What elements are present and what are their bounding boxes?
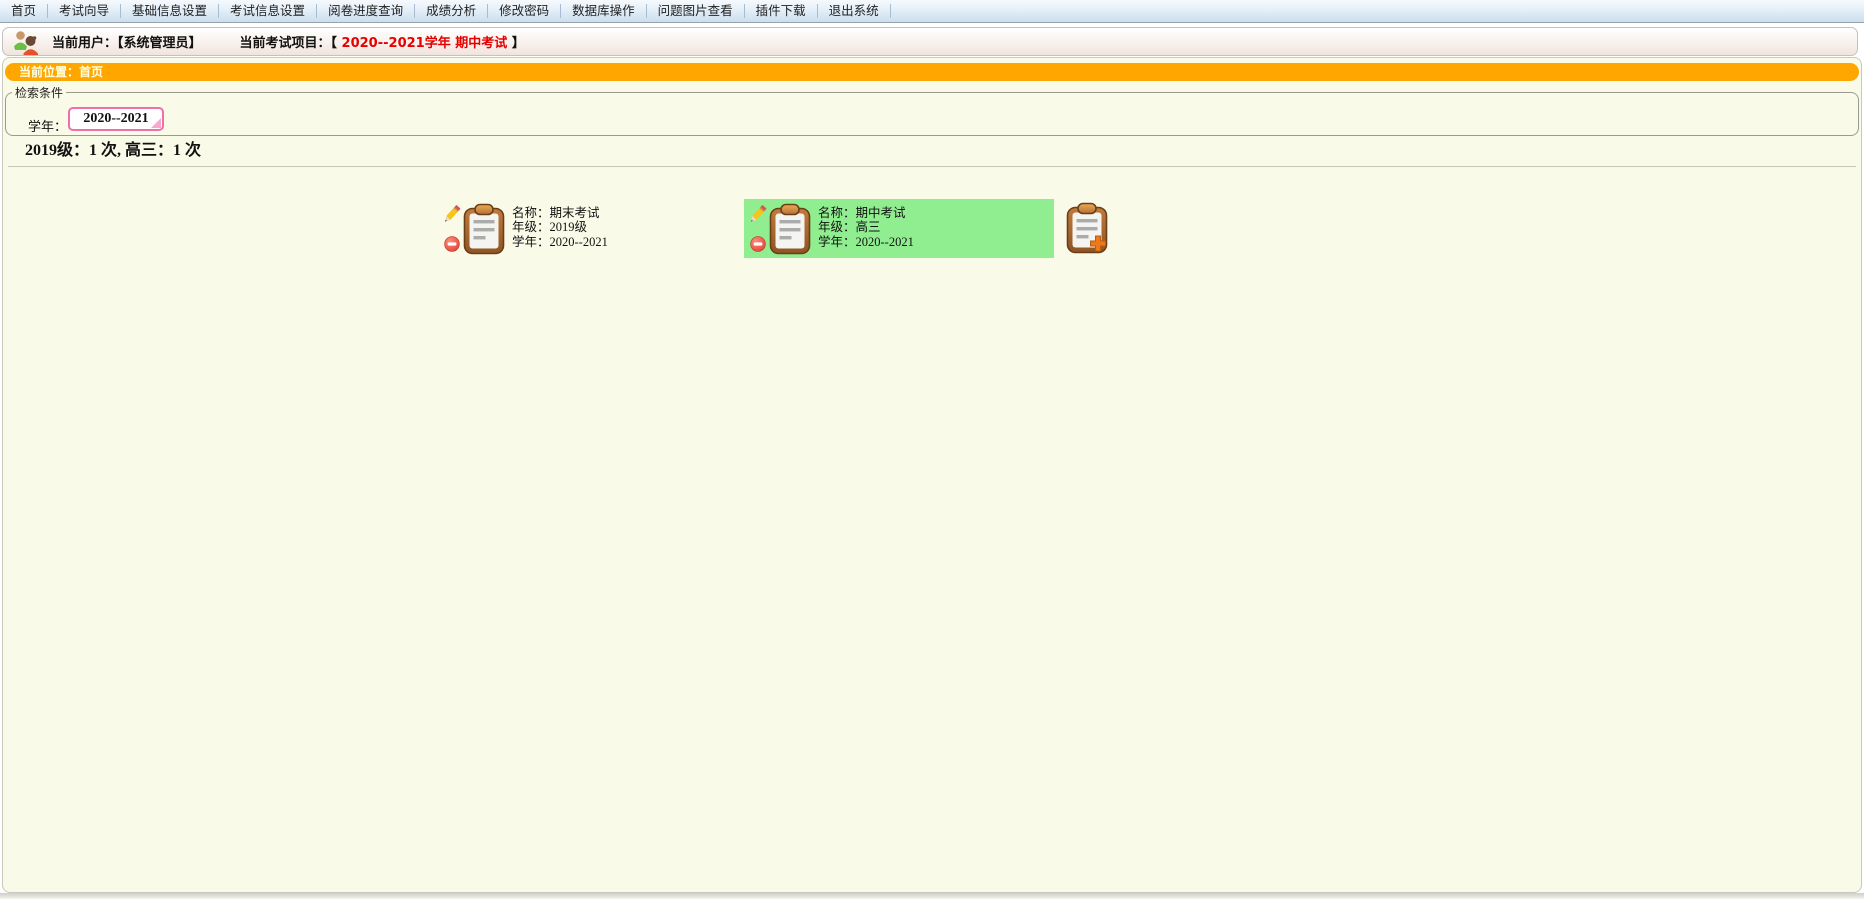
menu-item-11[interactable]: 退出系统 — [818, 4, 891, 18]
exam-cards-row: 名称：期末考试 年级：2019级 学年：2020--2021 — [438, 199, 1108, 258]
edit-pencil-icon[interactable] — [744, 201, 771, 228]
menu-item-4[interactable]: 考试信息设置 — [219, 4, 317, 18]
main-panel: 当前位置：首页 检索条件 学年： 2020--2021 2019级：1 次, 高… — [2, 57, 1862, 893]
year-label: 学年： — [28, 116, 67, 135]
breadcrumb: 当前位置：首页 — [5, 63, 1859, 81]
menu-item-7[interactable]: 修改密码 — [488, 4, 561, 18]
exam-card-text: 名称：期末考试 年级：2019级 学年：2020--2021 — [512, 199, 608, 258]
clipboard-plus-icon[interactable] — [1066, 202, 1108, 254]
exam-name: 名称：期末考试 — [512, 206, 608, 220]
search-criteria-fieldset: 检索条件 学年： 2020--2021 — [5, 84, 1859, 136]
exam-count-summary: 2019级：1 次, 高三：1 次 — [25, 136, 201, 160]
exam-grade: 年级：高三 — [818, 220, 914, 234]
current-project-suffix: 】 — [507, 32, 525, 51]
menu-item-9[interactable]: 问题图片查看 — [647, 4, 745, 18]
add-exam-button[interactable] — [1066, 199, 1108, 258]
menu-bar: 首页考试向导基础信息设置考试信息设置阅卷进度查询成绩分析修改密码数据库操作问题图… — [0, 0, 1864, 23]
menu-item-5[interactable]: 阅卷进度查询 — [317, 4, 415, 18]
menu-item-6[interactable]: 成绩分析 — [415, 4, 488, 18]
card-actions — [438, 199, 460, 258]
clipboard-icon[interactable] — [769, 203, 811, 255]
exam-card-text: 名称：期中考试 年级：高三 学年：2020--2021 — [818, 199, 914, 258]
menu-item-3[interactable]: 基础信息设置 — [121, 4, 219, 18]
exam-grade: 年级：2019级 — [512, 220, 608, 234]
screen: 首页考试向导基础信息设置考试信息设置阅卷进度查询成绩分析修改密码数据库操作问题图… — [0, 0, 1864, 899]
exam-year: 学年：2020--2021 — [512, 235, 608, 249]
exam-year: 学年：2020--2021 — [818, 235, 914, 249]
menu-item-1[interactable]: 首页 — [0, 4, 48, 18]
menu-item-10[interactable]: 插件下载 — [745, 4, 818, 18]
users-icon — [12, 29, 40, 55]
chevron-down-icon — [151, 118, 161, 128]
edit-pencil-icon[interactable] — [438, 201, 465, 228]
year-select-value: 2020--2021 — [83, 111, 148, 126]
user-info-bar: 当前用户：【系统管理员】 当前考试项目：【 2020--2021学年 期中考试 … — [2, 27, 1858, 56]
menu-item-8[interactable]: 数据库操作 — [561, 4, 647, 18]
bottom-strip — [0, 893, 1864, 899]
exam-card-selected: 名称：期中考试 年级：高三 学年：2020--2021 — [744, 199, 1054, 258]
year-select[interactable]: 2020--2021 — [68, 107, 164, 131]
delete-minus-icon[interactable] — [444, 236, 460, 252]
exam-name: 名称：期中考试 — [818, 206, 914, 220]
current-project-prefix: 当前考试项目：【 — [240, 32, 342, 51]
current-project-value: 2020--2021学年 期中考试 — [342, 32, 508, 51]
card-actions — [744, 199, 766, 258]
clipboard-icon[interactable] — [463, 203, 505, 255]
divider — [8, 166, 1856, 167]
menu-item-2[interactable]: 考试向导 — [48, 4, 121, 18]
exam-card: 名称：期末考试 年级：2019级 学年：2020--2021 — [438, 199, 744, 258]
search-criteria-legend: 检索条件 — [12, 84, 66, 101]
delete-minus-icon[interactable] — [750, 236, 766, 252]
current-user-label: 当前用户：【系统管理员】 — [52, 32, 202, 51]
